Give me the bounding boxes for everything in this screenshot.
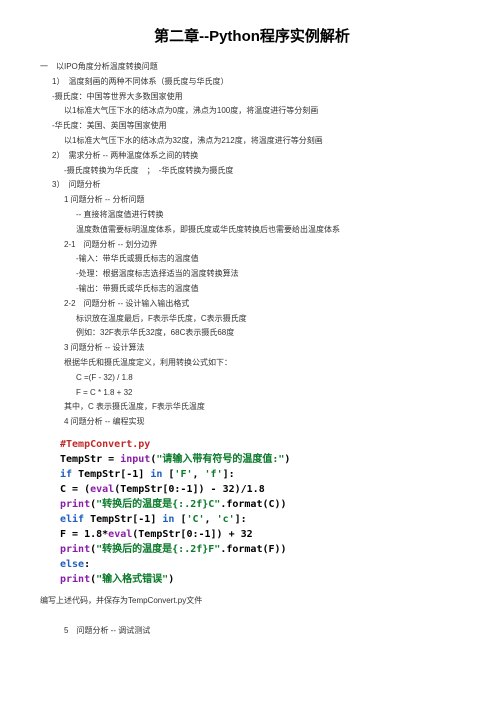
code-func: input <box>120 454 150 465</box>
outline-line: 例如：32F表示华氏32度，68C表示摄氏68度 <box>40 327 464 340</box>
outline-line: -摄氏度转换为华氏度 ； -华氏度转换为摄氏度 <box>40 165 464 178</box>
page-title: 第二章--Python程序实例解析 <box>40 25 464 49</box>
outline-line: 标识放在温度最后，F表示华氏度，C表示摄氏度 <box>40 313 464 326</box>
code-text: .format(F)) <box>220 544 286 555</box>
code-keyword: if <box>60 469 72 480</box>
code-string: "转换后的温度是{:.2f}F" <box>96 544 220 555</box>
code-keyword: else <box>60 559 84 570</box>
code-string: 'c' <box>217 514 235 525</box>
code-text: .format(C)) <box>220 499 286 510</box>
outline-line: -- 直接将温度值进行转换 <box>40 209 464 222</box>
outline-line: -输入：带华氏或摄氏标志的温度值 <box>40 253 464 266</box>
code-text: C = ( <box>60 484 90 495</box>
outline-line: 根据华氏和摄氏温度定义，利用转换公式如下： <box>40 357 464 370</box>
code-string: "转换后的温度是{:.2f}C" <box>96 499 220 510</box>
outline-line: 3） 问题分析 <box>40 179 464 192</box>
outline-line: 2-2 问题分析 -- 设计输入输出格式 <box>40 298 464 311</box>
code-text: [ <box>162 469 174 480</box>
code-text: ) <box>284 454 290 465</box>
code-comment: #TempConvert.py <box>60 439 150 450</box>
code-func: print <box>60 574 90 585</box>
outline-line: 2-1 问题分析 -- 划分边界 <box>40 239 464 252</box>
code-text: F = 1.8* <box>60 529 108 540</box>
code-func: print <box>60 499 90 510</box>
code-text: (TempStr[0:-1]) - 32)/1.8 <box>114 484 265 495</box>
code-text: TempStr[-1] <box>84 514 162 525</box>
outline-line: 5 问题分析 -- 调试测试 <box>40 625 464 638</box>
outline-line: -输出：带摄氏或华氏标志的温度值 <box>40 283 464 296</box>
code-text: [ <box>174 514 186 525</box>
code-text: TempStr[-1] <box>72 469 150 480</box>
code-text: : <box>84 559 90 570</box>
code-text: ]: <box>223 469 235 480</box>
outline-line: 4 问题分析 -- 编程实现 <box>40 416 464 429</box>
code-keyword: elif <box>60 514 84 525</box>
code-text: TempStr = <box>60 454 120 465</box>
outline-line: 一 以IPO角度分析温度转换问题 <box>40 61 464 74</box>
code-string: "请输入带有符号的温度值:" <box>156 454 284 465</box>
outline-line: 其中，C 表示摄氏温度，F表示华氏温度 <box>40 401 464 414</box>
outline-line: C =(F - 32) / 1.8 <box>40 372 464 385</box>
outline: 一 以IPO角度分析温度转换问题 1） 温度刻画的两种不同体系（摄氏度与华氏度） -… <box>40 61 464 429</box>
after-code-note: 编写上述代码，并保存为TempConvert.py文件 <box>40 595 464 608</box>
outline-line: 1） 温度刻画的两种不同体系（摄氏度与华氏度） <box>40 76 464 89</box>
code-text: (TempStr[0:-1]) + 32 <box>132 529 252 540</box>
code-block: #TempConvert.py TempStr = input("请输入带有符号… <box>60 437 464 587</box>
outline-line: 3 问题分析 -- 设计算法 <box>40 342 464 355</box>
code-func: print <box>60 544 90 555</box>
outline-line: 温度数值需要标明温度体系，即摄氏度或华氏度转换后也需要给出温度体系 <box>40 224 464 237</box>
code-string: "输入格式错误" <box>96 574 168 585</box>
code-text: , <box>205 514 217 525</box>
outline-line: 2） 需求分析 -- 两种温度体系之间的转换 <box>40 150 464 163</box>
outline-line: -华氏度：美国、英国等国家使用 <box>40 120 464 133</box>
outline-line: 以1标准大气压下水的结冰点为32度，沸点为212度，将温度进行等分刻画 <box>40 135 464 148</box>
code-func: eval <box>90 484 114 495</box>
code-text: , <box>192 469 204 480</box>
code-string: 'C' <box>186 514 204 525</box>
code-string: 'F' <box>174 469 192 480</box>
code-string: 'f' <box>205 469 223 480</box>
code-text: ) <box>168 574 174 585</box>
outline-line: -摄氏度：中国等世界大多数国家使用 <box>40 91 464 104</box>
code-func: eval <box>108 529 132 540</box>
outline-line: 以1标准大气压下水的结冰点为0度，沸点为100度，将温度进行等分刻画 <box>40 105 464 118</box>
code-text: ]: <box>235 514 247 525</box>
outline-line: 1 问题分析 -- 分析问题 <box>40 194 464 207</box>
code-keyword: in <box>162 514 174 525</box>
outline-line: -处理：根据温度标志选择适当的温度转换算法 <box>40 268 464 281</box>
code-keyword: in <box>150 469 162 480</box>
outline-line: F = C * 1.8 + 32 <box>40 387 464 400</box>
